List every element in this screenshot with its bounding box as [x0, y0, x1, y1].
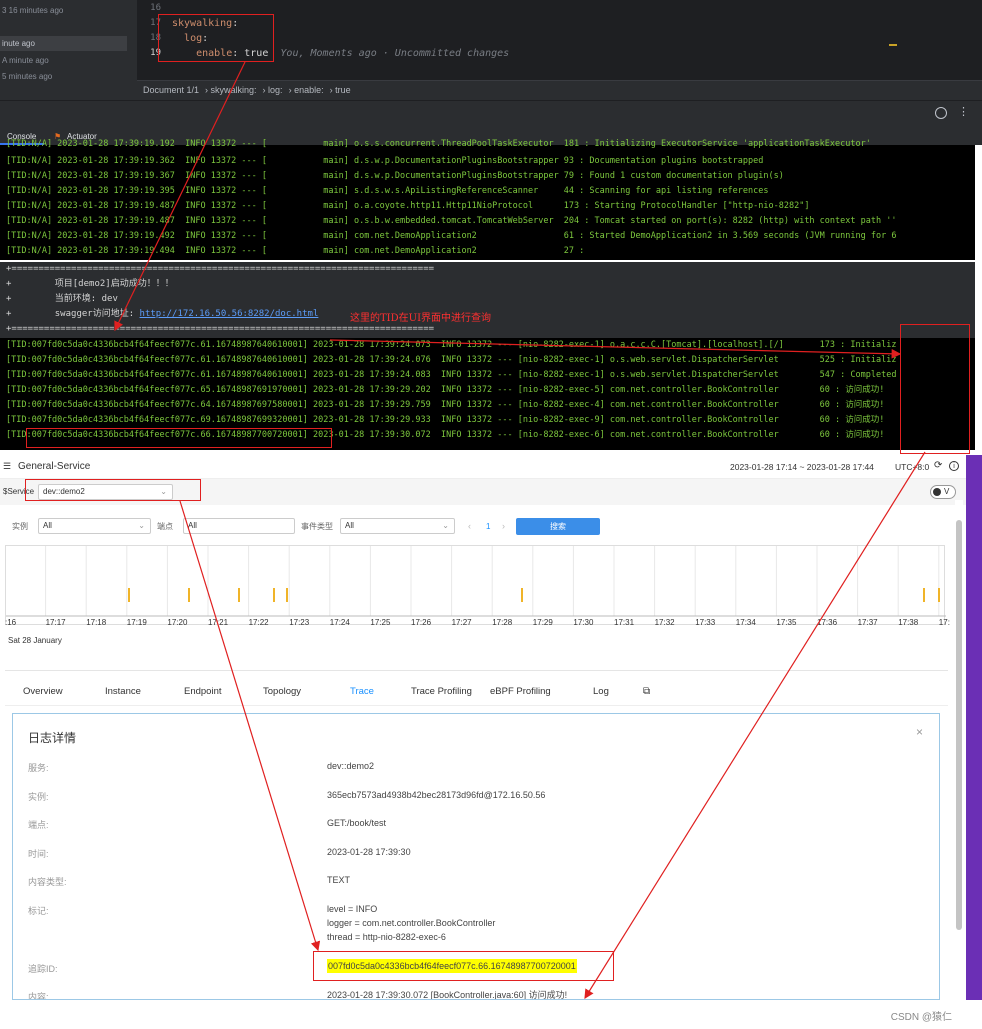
- arrow-message-to-content: [584, 451, 926, 1000]
- arrow-service-to-traceid: [179, 500, 321, 952]
- arrow-tid-to-message: [329, 339, 902, 359]
- watermark: CSDN @猿仁: [890, 1012, 952, 1023]
- arrow-config-to-tid: [114, 61, 246, 332]
- annotation-arrows: [114, 61, 926, 1000]
